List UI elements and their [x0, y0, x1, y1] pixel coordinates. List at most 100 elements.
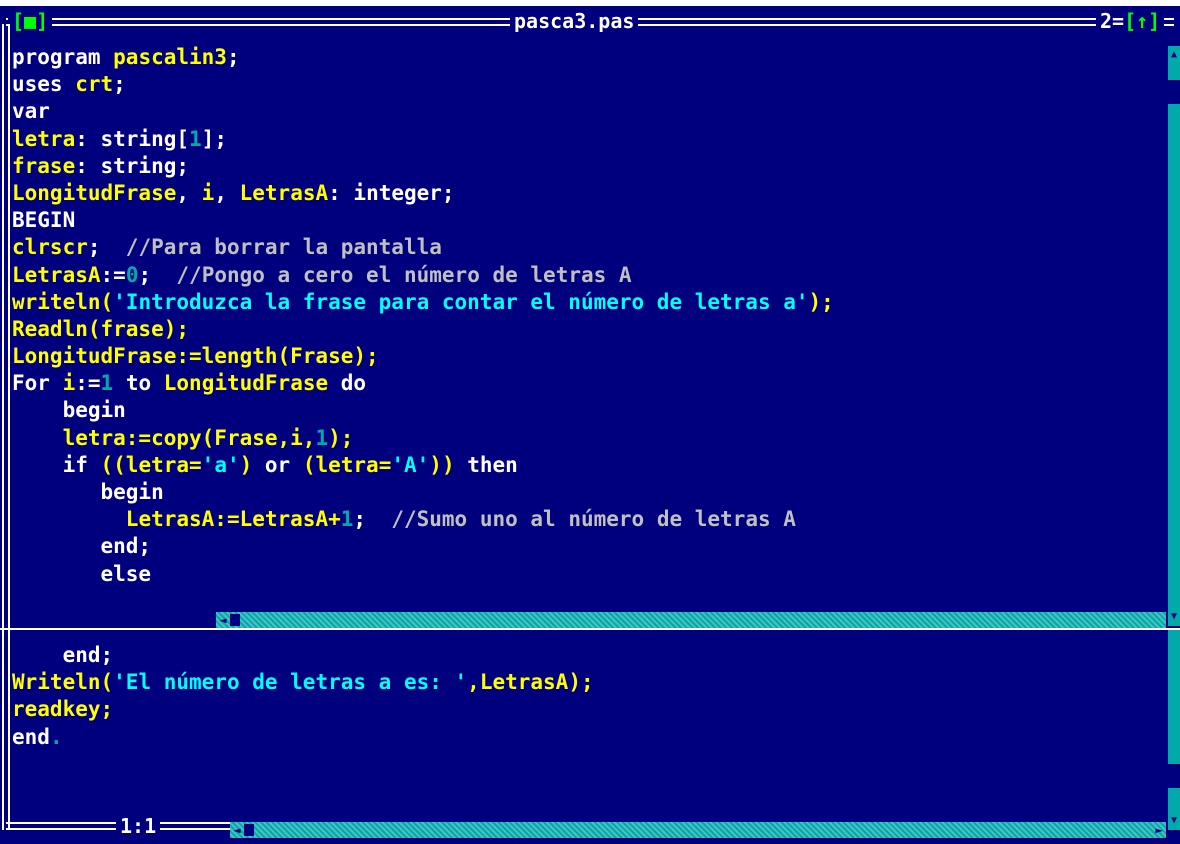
close-box-icon[interactable]: [■] [8, 10, 53, 32]
arrow-up-icon[interactable]: ▲ [1168, 46, 1180, 64]
code-token: , [176, 180, 202, 205]
code-line[interactable]: LetrasA:=LetrasA+1; //Sumo uno al número… [12, 506, 834, 533]
horizontal-scrollbar-bottom[interactable]: ◄ ► [230, 822, 1166, 838]
code-token: LetrasA [12, 262, 101, 287]
code-token: do [328, 371, 367, 396]
code-token: ); [328, 425, 354, 450]
code-token: : string; [75, 153, 190, 178]
code-token: LetrasA:=LetrasA+ [125, 507, 341, 532]
arrow-left-icon[interactable]: ◄ [216, 612, 230, 628]
code-token: 1 [315, 425, 329, 450]
code-line[interactable]: BEGIN [12, 207, 834, 234]
code-line[interactable]: Readln(frase); [12, 316, 834, 343]
code-line[interactable]: begin [12, 479, 834, 506]
frame-left-line [2, 630, 10, 830]
scroll-thumb[interactable] [1168, 764, 1180, 788]
code-line[interactable]: Writeln('El número de letras a es: ',Let… [12, 669, 594, 696]
code-token: ,LetrasA); [467, 670, 594, 695]
arrow-right-icon[interactable]: ► [1152, 822, 1166, 838]
code-token: )) [429, 452, 455, 477]
code-token: ; [87, 235, 126, 260]
code-line[interactable]: clrscr; //Para borrar la pantalla [12, 234, 834, 261]
code-line[interactable]: readkey; [12, 696, 594, 723]
horizontal-scrollbar-top[interactable]: ◄ [216, 612, 1166, 628]
window-number: 2=[↑] [1096, 9, 1165, 33]
code-token: end; [12, 534, 152, 559]
code-line[interactable]: else [12, 561, 834, 588]
code-line[interactable]: frase: string; [12, 153, 834, 180]
editor-window-bottom[interactable]: end; Writeln('El número de letras a es: '… [0, 630, 1180, 844]
code-token: pascalin3 [113, 45, 227, 69]
code-token: , [214, 180, 240, 205]
code-line[interactable]: end; [12, 642, 594, 669]
code-line[interactable]: letra:=copy(Frase,i,1); [12, 425, 834, 452]
code-token: : string[ [75, 126, 190, 151]
code-token: end [12, 724, 50, 749]
code-token: begin [12, 480, 164, 504]
code-token: 'A' [391, 452, 430, 477]
code-token: crt [75, 72, 114, 97]
code-token: ]; [201, 126, 227, 151]
cursor-position: 1:1 [116, 814, 161, 838]
hscroll-thumb[interactable] [230, 614, 240, 626]
scroll-thumb[interactable] [1168, 80, 1180, 104]
vertical-scrollbar-top[interactable]: ▲ ▼ [1168, 46, 1180, 626]
code-token: Writeln( [12, 670, 114, 695]
code-token: ; [226, 45, 240, 69]
code-token: var [12, 99, 50, 124]
vertical-scrollbar-bottom[interactable]: ▼ [1168, 630, 1180, 830]
code-line[interactable]: LongitudFrase, i, LetrasA: integer; [12, 180, 834, 207]
code-token: ; [138, 262, 177, 287]
code-token: begin [12, 398, 126, 423]
code-token: //Para borrar la pantalla [125, 235, 442, 260]
code-token: or [264, 452, 303, 477]
code-token: frase [12, 153, 76, 178]
code-token: //Sumo uno al número de letras A [391, 507, 796, 532]
code-area-bottom[interactable]: end; Writeln('El número de letras a es: '… [12, 642, 594, 751]
code-area-top[interactable]: program pascalin3; uses crt; var letra: str… [12, 44, 834, 588]
code-line[interactable]: begin [12, 397, 834, 424]
code-token: readkey; [12, 697, 114, 722]
code-token: 'Introduzca la frase para contar el núme… [113, 289, 809, 314]
arrow-down-icon[interactable]: ▼ [1168, 608, 1180, 626]
code-token: program [12, 45, 114, 69]
code-line[interactable]: letra: string[1]; [12, 126, 834, 153]
editor-window-top[interactable]: [■] pasca3.pas 2=[↑] program pascalin3; u… [0, 6, 1180, 628]
code-line[interactable]: end; [12, 533, 834, 560]
arrow-down-icon[interactable]: ▼ [1168, 812, 1180, 830]
code-line[interactable]: var [12, 98, 834, 125]
code-token: 'a' [201, 452, 240, 477]
window-title: pasca3.pas [510, 10, 639, 32]
frame-left-line [2, 24, 10, 628]
code-line[interactable]: For i:=1 to LongitudFrase do [12, 370, 834, 397]
code-token: letra [12, 126, 76, 151]
code-token: For [12, 371, 63, 396]
code-line[interactable]: program pascalin3; [12, 44, 834, 71]
code-line[interactable]: LongitudFrase:=length(Frase); [12, 343, 834, 370]
code-token: LetrasA [239, 180, 329, 205]
code-line[interactable]: if ((letra='a') or (letra='A')) then [12, 452, 834, 479]
code-line[interactable]: uses crt; [12, 71, 834, 98]
code-token: ; [353, 507, 392, 532]
arrow-left-icon[interactable]: ◄ [230, 822, 244, 838]
code-token: LongitudFrase:=length(Frase); [12, 344, 379, 369]
code-token: := [100, 262, 126, 287]
code-token: ); [808, 289, 834, 314]
code-token: to [113, 371, 164, 396]
code-line[interactable]: end. [12, 724, 594, 751]
code-line[interactable]: LetrasA:=0; //Pongo a cero el número de … [12, 262, 834, 289]
code-token: ; [113, 72, 126, 97]
zoom-arrow-icon[interactable]: [↑] [1124, 9, 1160, 33]
code-token: end; [12, 643, 114, 667]
code-token: if [12, 452, 101, 477]
code-token: 1 [340, 507, 354, 532]
title-bar[interactable]: [■] pasca3.pas 2=[↑] [0, 6, 1180, 36]
code-token: 1 [100, 371, 114, 396]
code-token: letra:=copy(Frase,i, [62, 425, 316, 450]
hscroll-thumb[interactable] [244, 824, 254, 836]
code-line[interactable]: writeln('Introduzca la frase para contar… [12, 289, 834, 316]
code-token: := [75, 371, 101, 396]
code-token: 1 [189, 126, 202, 151]
